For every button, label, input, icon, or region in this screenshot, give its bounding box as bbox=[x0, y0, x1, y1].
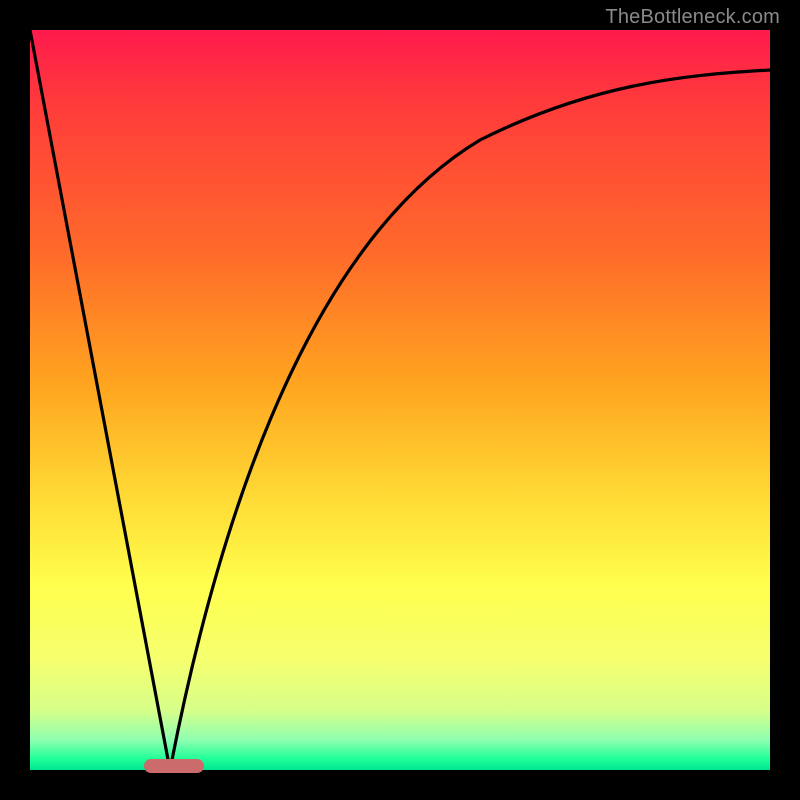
watermark-text: TheBottleneck.com bbox=[605, 6, 780, 29]
optimum-marker bbox=[144, 759, 204, 773]
bottleneck-curve bbox=[30, 30, 770, 770]
plot-area bbox=[30, 30, 770, 770]
chart-frame: TheBottleneck.com bbox=[0, 0, 800, 800]
